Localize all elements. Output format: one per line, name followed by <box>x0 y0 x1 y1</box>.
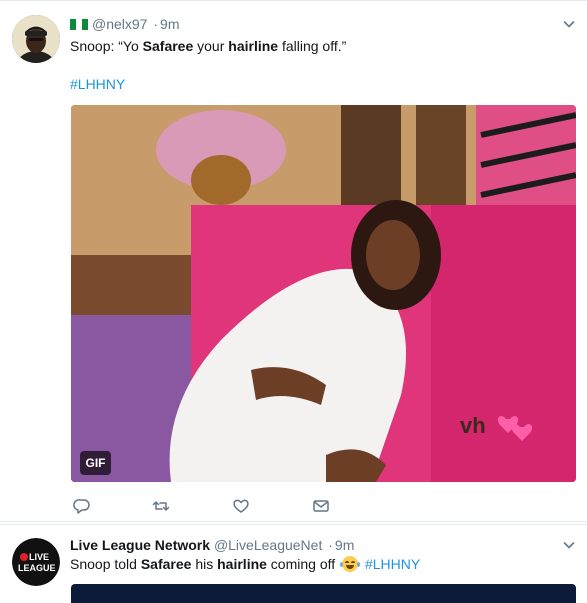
svg-text:vh: vh <box>460 413 486 438</box>
text-bold: hairline <box>217 556 267 572</box>
tears-of-joy-emoji-icon <box>340 556 361 572</box>
separator: · <box>153 16 159 32</box>
avatar-text-live: LIVE <box>29 552 49 562</box>
avatar[interactable]: LIVE LEAGUE <box>12 538 60 586</box>
avatar[interactable] <box>12 15 60 63</box>
timestamp[interactable]: 9m <box>335 537 354 553</box>
text-part: Snoop: “Yo <box>70 38 143 54</box>
nigeria-flag-icon <box>70 19 88 30</box>
timeline-feed: @nelx97 · 9m Snoop: “Yo Safaree your hair… <box>0 0 587 603</box>
video-media[interactable] <box>71 584 576 603</box>
reply-icon[interactable] <box>73 497 91 515</box>
text-part: his <box>191 556 218 572</box>
like-icon[interactable] <box>232 497 250 515</box>
retweet-icon[interactable] <box>152 497 170 515</box>
text-part: Snoop told <box>70 556 141 572</box>
timestamp[interactable]: 9m <box>160 16 179 32</box>
vh1-logo-icon: vh <box>460 413 533 441</box>
user-handle[interactable]: @LiveLeagueNet <box>214 537 322 553</box>
display-name[interactable]: Live League Network <box>70 537 210 553</box>
hashtag-link[interactable]: #LHHNY <box>365 556 420 572</box>
chevron-down-icon[interactable] <box>563 18 575 30</box>
text-bold: Safaree <box>140 556 192 572</box>
separator: · <box>328 537 333 553</box>
avatar-text-league: LEAGUE <box>18 563 56 573</box>
hashtag-link[interactable]: #LHHNY <box>70 75 125 93</box>
tweet-actions <box>0 497 587 517</box>
tweet-header: Live League Network @LiveLeagueNet · 9m <box>70 536 354 554</box>
text-bold: Safaree <box>142 38 194 54</box>
tweet-header: @nelx97 · 9m <box>70 15 179 33</box>
text-part: your <box>193 38 229 54</box>
tweet-text: Snoop told Safaree his hairline coming o… <box>70 555 420 573</box>
tweet-text: Snoop: “Yo Safaree your hairline falling… <box>70 37 346 55</box>
chevron-down-icon[interactable] <box>563 539 575 551</box>
gif-badge: GIF <box>80 451 111 475</box>
direct-message-icon[interactable] <box>312 497 330 515</box>
text-part: falling off.” <box>278 38 347 54</box>
text-part: coming off <box>266 556 340 572</box>
text-bold: hairline <box>228 38 279 54</box>
user-handle[interactable]: @nelx97 <box>92 16 147 32</box>
